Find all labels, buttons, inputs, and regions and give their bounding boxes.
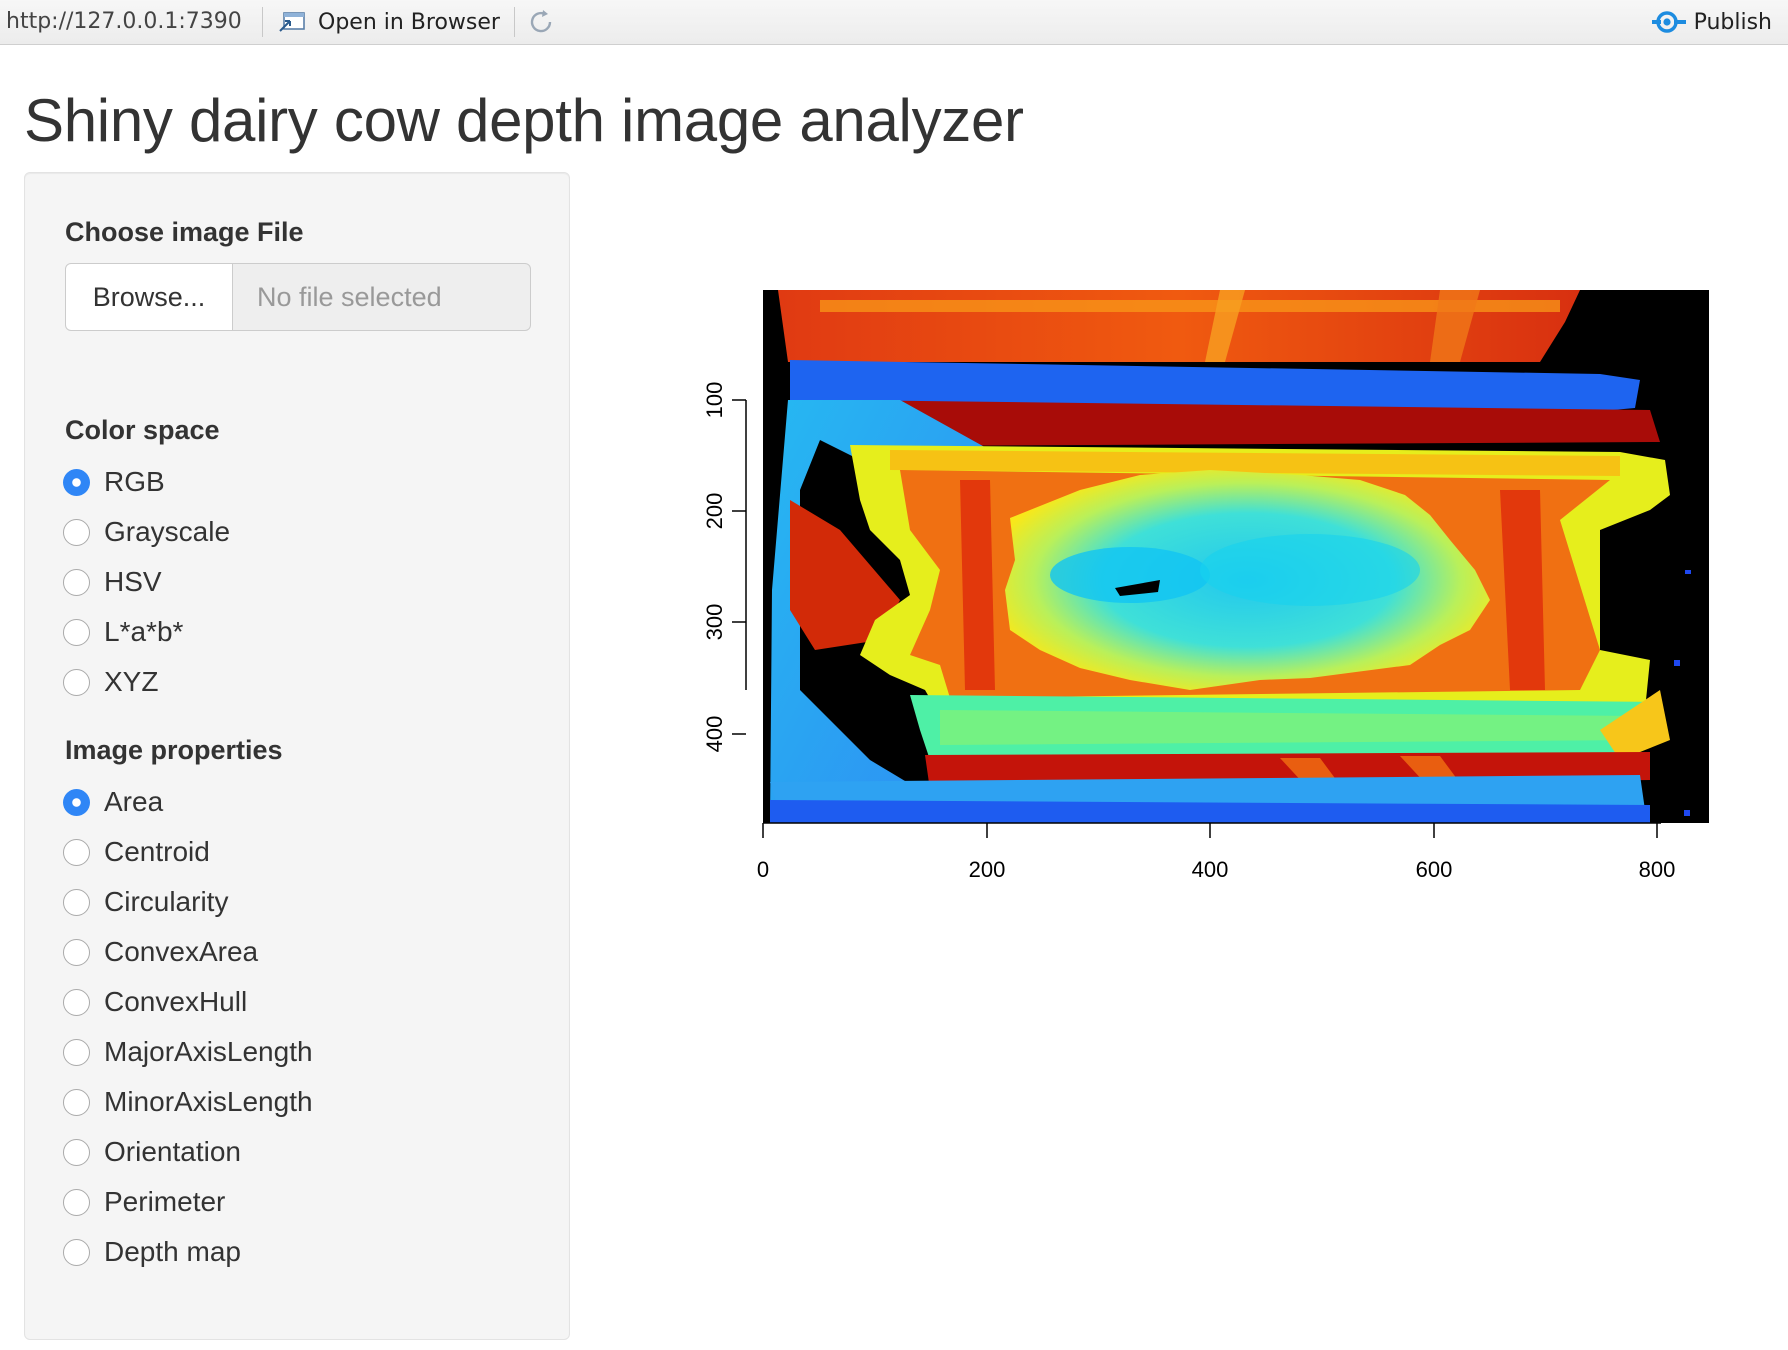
color-space-option-label: RGB — [104, 466, 165, 497]
radio-checked-icon[interactable] — [63, 788, 90, 816]
color-space-option-label: Grayscale — [104, 516, 231, 547]
viewer-toolbar: http://127.0.0.1:7390 Open in Browser Pu… — [0, 0, 1788, 45]
x-tick-label: 400 — [1192, 857, 1229, 882]
image-property-option[interactable]: Orientation — [63, 1127, 313, 1177]
color-space-option[interactable]: HSV — [63, 557, 230, 607]
y-tick-label: 300 — [702, 604, 727, 641]
radio-unchecked-icon[interactable] — [63, 1088, 90, 1116]
image-property-option[interactable]: ConvexHull — [63, 977, 313, 1027]
radio-unchecked-icon[interactable] — [63, 668, 90, 696]
x-axis — [762, 822, 1661, 838]
refresh-icon[interactable] — [526, 7, 556, 37]
x-tick-label: 0 — [757, 857, 769, 882]
image-property-option-label: ConvexArea — [104, 936, 259, 967]
open-in-browser-button[interactable]: Open in Browser — [278, 6, 500, 38]
color-space-radio-group: RGB Grayscale HSV L*a*b* XYZ — [63, 457, 230, 707]
radio-unchecked-icon[interactable] — [63, 518, 90, 546]
image-property-option-label: Perimeter — [104, 1186, 226, 1217]
image-property-option-label: Orientation — [104, 1136, 241, 1167]
y-tick-label: 200 — [702, 493, 727, 530]
depth-image — [763, 290, 1709, 823]
image-property-option[interactable]: ConvexArea — [63, 927, 313, 977]
color-space-option-label: HSV — [104, 566, 162, 597]
color-space-option-label: XYZ — [104, 666, 159, 697]
image-property-option-label: Centroid — [104, 836, 210, 867]
file-name-field[interactable]: No file selected — [233, 263, 531, 331]
radio-unchecked-icon[interactable] — [63, 888, 90, 916]
publish-button[interactable]: Publish — [1651, 8, 1772, 36]
y-tick-label: 100 — [702, 382, 727, 419]
image-property-option[interactable]: MinorAxisLength — [63, 1077, 313, 1127]
open-in-browser-icon — [279, 12, 305, 32]
radio-unchecked-icon[interactable] — [63, 938, 90, 966]
image-property-option-label: Area — [104, 786, 164, 817]
y-tick-label: 400 — [702, 716, 727, 753]
publish-icon — [1651, 11, 1686, 33]
x-tick-label: 200 — [969, 857, 1006, 882]
image-property-option-label: MajorAxisLength — [104, 1036, 313, 1067]
image-properties-label: Image properties — [65, 735, 283, 765]
color-space-option[interactable]: RGB — [63, 457, 230, 507]
radio-unchecked-icon[interactable] — [63, 1188, 90, 1216]
file-input: Browse... No file selected — [65, 263, 531, 331]
image-properties-radio-group: Area Centroid Circularity ConvexArea ConvexH… — [63, 777, 313, 1277]
toolbar-divider — [514, 7, 515, 37]
radio-unchecked-icon[interactable] — [63, 988, 90, 1016]
color-space-option[interactable]: Grayscale — [63, 507, 230, 557]
radio-unchecked-icon[interactable] — [63, 618, 90, 646]
image-property-option-label: ConvexHull — [104, 986, 248, 1017]
color-space-option-label: L*a*b* — [104, 616, 184, 647]
file-input-label: Choose image File — [65, 217, 304, 247]
image-property-option-label: Circularity — [104, 886, 229, 917]
image-property-option[interactable]: Area — [63, 777, 313, 827]
radio-unchecked-icon[interactable] — [63, 1138, 90, 1166]
open-in-browser-label: Open in Browser — [318, 9, 500, 35]
image-property-option-label: Depth map — [104, 1236, 241, 1267]
page-title: Shiny dairy cow depth image analyzer — [24, 87, 1024, 154]
x-tick-label: 800 — [1639, 857, 1676, 882]
publish-label: Publish — [1693, 9, 1772, 35]
image-property-option-label: MinorAxisLength — [104, 1086, 313, 1117]
image-property-option[interactable]: Centroid — [63, 827, 313, 877]
browse-button[interactable]: Browse... — [65, 263, 233, 331]
y-axis — [732, 399, 747, 735]
sidebar-panel: Choose image File Browse... No file sele… — [24, 172, 570, 1340]
radio-unchecked-icon[interactable] — [63, 1038, 90, 1066]
toolbar-divider — [262, 7, 263, 37]
url-text: http://127.0.0.1:7390 — [6, 9, 242, 34]
radio-unchecked-icon[interactable] — [63, 1238, 90, 1266]
radio-checked-icon[interactable] — [63, 468, 90, 496]
color-space-option[interactable]: XYZ — [63, 657, 230, 707]
color-space-option[interactable]: L*a*b* — [63, 607, 230, 657]
depth-image-plot: 100 200 300 400 0 200 400 600 800 — [702, 290, 1709, 882]
color-space-label: Color space — [65, 415, 220, 445]
x-tick-label: 600 — [1416, 857, 1453, 882]
image-property-option[interactable]: Perimeter — [63, 1177, 313, 1227]
image-property-option[interactable]: Depth map — [63, 1227, 313, 1277]
radio-unchecked-icon[interactable] — [63, 838, 90, 866]
image-property-option[interactable]: Circularity — [63, 877, 313, 927]
radio-unchecked-icon[interactable] — [63, 568, 90, 596]
image-property-option[interactable]: MajorAxisLength — [63, 1027, 313, 1077]
